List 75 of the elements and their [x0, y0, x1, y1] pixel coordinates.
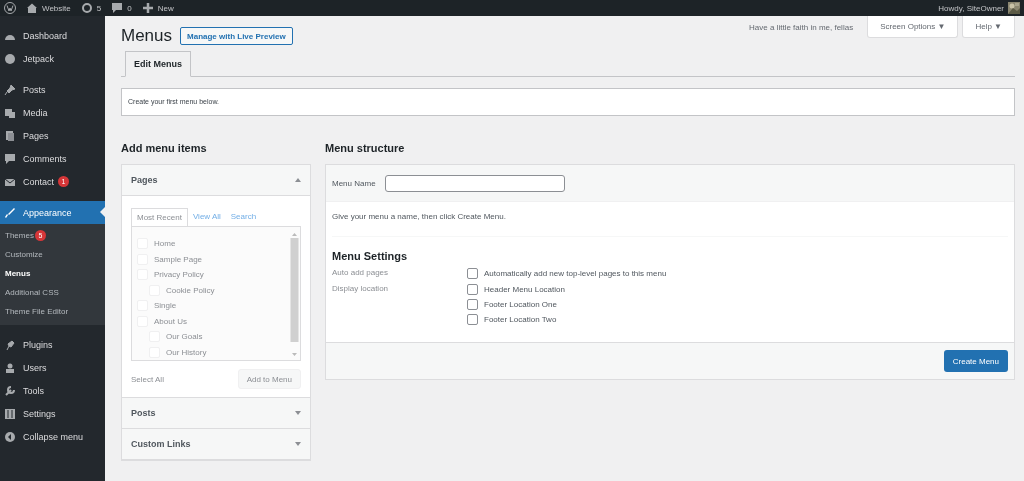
page-item: Our Goals	[166, 332, 203, 342]
toolbar-link[interactable]: 5	[96, 3, 102, 13]
plus-icon[interactable]	[141, 2, 154, 14]
sidebar-item[interactable]: Posts	[0, 78, 105, 101]
instruction-text: Give your menu a name, then click Create Menu.	[332, 212, 1008, 237]
checkbox-label: Footer Location Two	[484, 315, 557, 324]
checkbox[interactable]	[467, 314, 478, 325]
page-item: About Us	[154, 316, 187, 326]
plug-icon	[4, 338, 16, 351]
media-icon	[4, 106, 16, 119]
live-preview-button[interactable]: Manage with Live Preview	[180, 27, 293, 45]
submenu-item[interactable]: Additional CSS	[0, 283, 105, 302]
user-greeting[interactable]: Howdy, SiteOwner	[938, 3, 1004, 13]
sidebar-item[interactable]: Jetpack	[0, 47, 105, 70]
refresh-icon[interactable]	[80, 2, 93, 14]
tagline-text: Have a little faith in me, fellas	[749, 23, 854, 32]
checkbox[interactable]	[467, 268, 478, 279]
speech-bubble-icon	[4, 152, 16, 165]
pin-icon	[4, 83, 16, 96]
sliders-icon	[4, 407, 16, 420]
setting-label: Auto add pages	[332, 268, 390, 279]
screen-meta-button[interactable]: Help ▼	[962, 16, 1015, 38]
submenu-item[interactable]: Theme File Editor	[0, 302, 105, 321]
toolbar-link[interactable]: Website	[42, 3, 71, 13]
sidebar-item[interactable]: Media	[0, 101, 105, 124]
sidebar-item[interactable]: Appearance	[0, 201, 105, 224]
checkbox[interactable]	[467, 299, 478, 310]
accordion-header[interactable]: Posts	[122, 398, 310, 429]
page-title: Menus	[121, 26, 173, 46]
user-icon	[4, 361, 16, 374]
checkbox-label: Automatically add new top-level pages to this menu	[484, 269, 667, 278]
sidebar-item[interactable]: Tools	[0, 379, 105, 402]
settings-heading: Menu Settings	[332, 250, 409, 262]
sidebar-item[interactable]: Comments	[0, 147, 105, 170]
sidebar-item[interactable]: Pages	[0, 124, 105, 147]
select-all-link[interactable]: Select All	[131, 374, 164, 384]
sidebar-item[interactable]: Settings	[0, 402, 105, 425]
section-heading: Menu structure	[325, 142, 406, 154]
sidebar-item[interactable]: Collapse menu	[0, 425, 105, 448]
page-item: Privacy Policy	[154, 270, 204, 280]
page-item: Our History	[166, 347, 207, 357]
toolbar-link[interactable]: 0	[127, 3, 132, 13]
accordion-header[interactable]: Custom Links	[122, 429, 310, 460]
page-item: Home	[154, 239, 176, 249]
tab[interactable]: Edit Menus	[125, 51, 191, 77]
wrench-icon	[4, 384, 16, 397]
up-caret-icon	[295, 178, 301, 182]
sidebar-item[interactable]: Dashboard	[0, 24, 105, 47]
down-caret-icon	[295, 411, 301, 415]
menu-name-field[interactable]	[384, 174, 565, 192]
submenu-item[interactable]: Menus	[0, 264, 105, 283]
section-heading: Add menu items	[121, 142, 208, 154]
page-item: Cookie Policy	[166, 285, 215, 295]
checkbox-label: Footer Location One	[484, 300, 557, 309]
page-item: Single	[154, 301, 177, 311]
create-menu-button[interactable]: Create Menu	[943, 350, 1008, 372]
checkbox-label: Header Menu Location	[484, 285, 565, 294]
paintbrush-icon	[4, 206, 16, 219]
setting-label: Display location	[332, 284, 390, 295]
toolbar-link[interactable]: New	[157, 3, 174, 13]
collapse-icon	[4, 430, 16, 443]
speech-bubble-icon[interactable]	[111, 2, 124, 14]
pages-icon	[4, 129, 16, 142]
sidebar-item[interactable]: Plugins	[0, 333, 105, 356]
circle-icon	[4, 52, 16, 65]
sidebar-item[interactable]: Users	[0, 356, 105, 379]
down-caret-icon	[295, 442, 301, 446]
page-item: Sample Page	[154, 254, 203, 264]
tab[interactable]: Most Recent	[131, 208, 188, 226]
field-label: Menu Name	[332, 178, 376, 188]
house-icon[interactable]	[26, 2, 38, 14]
accordion-header[interactable]: Pages	[122, 165, 310, 196]
screen-meta-button[interactable]: Screen Options ▼	[867, 16, 959, 38]
checkbox[interactable]	[467, 284, 478, 295]
submenu-item[interactable]: Customize	[0, 245, 105, 264]
